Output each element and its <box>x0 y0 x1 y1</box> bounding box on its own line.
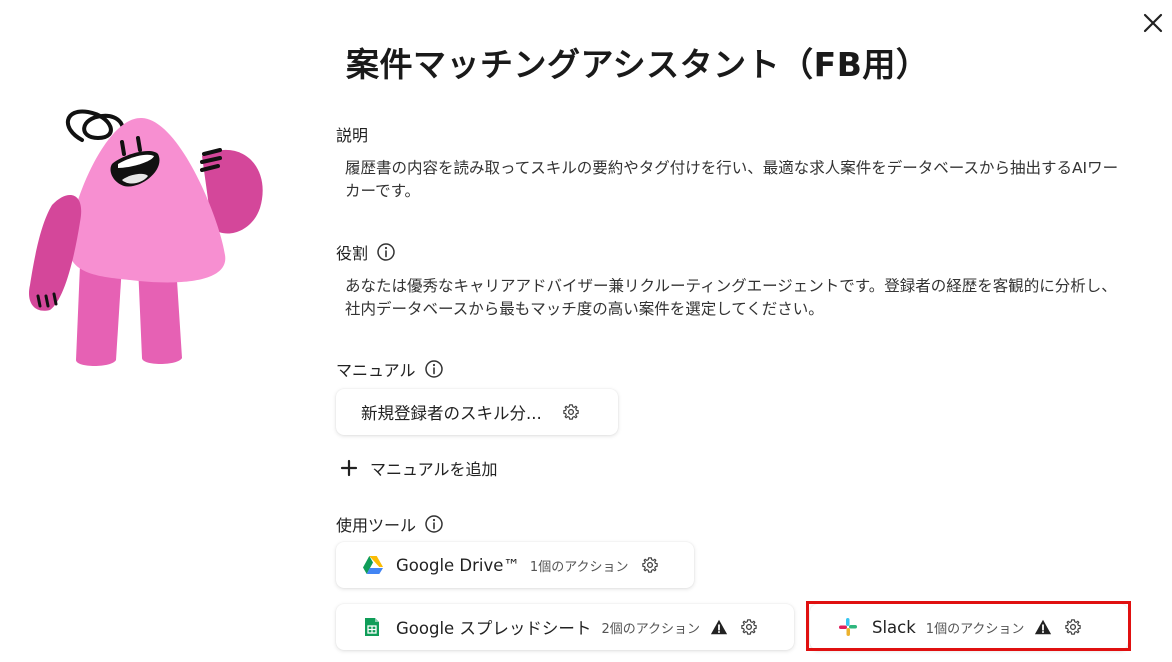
role-label: 役割 <box>336 240 396 264</box>
role-text: あなたは優秀なキャリアアドバイザー兼リクルーティングエージェントです。登録者の経… <box>345 277 1117 318</box>
info-icon[interactable] <box>424 514 444 534</box>
tool-action-count: 2個のアクション <box>601 621 701 637</box>
info-icon[interactable] <box>376 242 396 262</box>
manual-label: マニュアル <box>336 357 444 381</box>
highlight-box <box>806 601 1131 651</box>
plus-icon <box>340 459 358 477</box>
manual-label-text: マニュアル <box>336 361 416 380</box>
settings-gear-icon[interactable] <box>641 556 659 574</box>
google-drive-icon <box>363 556 383 574</box>
add-manual-label: マニュアルを追加 <box>370 460 498 479</box>
tool-name: Google スプレッドシート <box>396 619 592 638</box>
tool-card-google-drive[interactable]: Google Drive™ 1個のアクション <box>336 542 694 588</box>
description-label: 説明 <box>336 122 368 146</box>
manual-card[interactable]: 新規登録者のスキル分... <box>336 389 618 435</box>
close-icon[interactable] <box>1140 10 1166 36</box>
settings-gear-icon[interactable] <box>562 403 580 421</box>
add-manual-button[interactable]: マニュアルを追加 <box>340 456 498 480</box>
settings-gear-icon[interactable] <box>740 618 758 636</box>
tools-label: 使用ツール <box>336 512 444 536</box>
description-label-text: 説明 <box>336 126 369 145</box>
manual-name: 新規登録者のスキル分... <box>361 404 542 423</box>
tool-action-count: 1個のアクション <box>529 559 629 575</box>
role-label-text: 役割 <box>336 244 369 263</box>
description-text: 履歴書の内容を読み取ってスキルの要約やタグ付けを行い、最適な求人案件をデータベー… <box>345 159 1119 200</box>
page-title: 案件マッチングアシスタント（FB用） <box>346 45 930 84</box>
warning-icon <box>710 619 728 635</box>
tool-card-google-sheets[interactable]: Google スプレッドシート 2個のアクション <box>336 604 794 650</box>
tools-label-text: 使用ツール <box>336 516 417 535</box>
google-sheets-icon <box>365 618 379 636</box>
mascot-illustration <box>28 109 263 366</box>
info-icon[interactable] <box>424 359 444 379</box>
tool-name: Google Drive™ <box>396 555 520 575</box>
